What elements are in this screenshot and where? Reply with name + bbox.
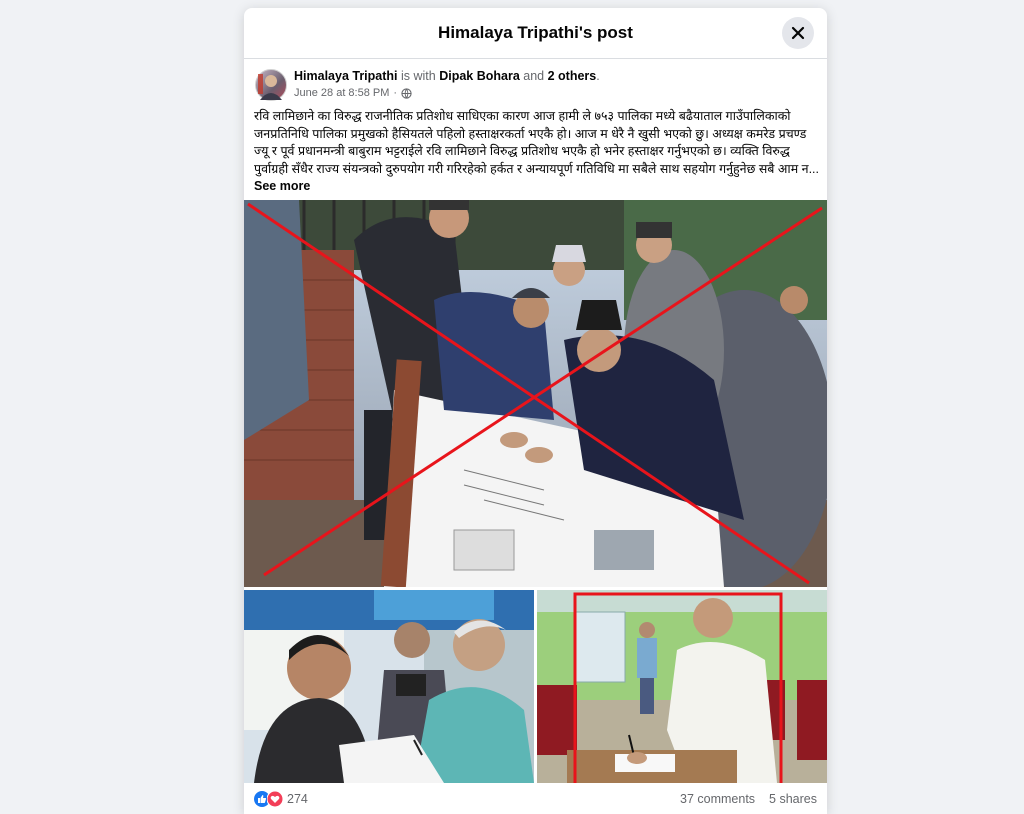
reaction-count: 274 bbox=[287, 791, 308, 806]
meta-separator: · bbox=[393, 87, 398, 99]
engagement-counts: 37 comments 5 shares bbox=[680, 792, 817, 806]
close-button[interactable] bbox=[782, 17, 814, 49]
post-modal: Himalaya Tripathi's post Himalaya Tripat… bbox=[244, 8, 827, 814]
with-text: is with bbox=[397, 69, 440, 83]
post-footer: 274 37 comments 5 shares bbox=[244, 783, 827, 814]
love-icon bbox=[267, 790, 283, 807]
and-text: and bbox=[519, 69, 548, 83]
post-timestamp[interactable]: June 28 at 8:58 PM bbox=[294, 87, 389, 99]
tagged-user-link[interactable]: Dipak Bohara bbox=[439, 69, 520, 83]
post-meta: June 28 at 8:58 PM · bbox=[294, 87, 412, 99]
period-text: . bbox=[596, 69, 600, 83]
see-more-link[interactable]: See more bbox=[254, 179, 310, 193]
shares-count-link[interactable]: 5 shares bbox=[769, 792, 817, 806]
man-signing-photo bbox=[537, 590, 827, 783]
signing-photo bbox=[244, 200, 827, 587]
author-name-link[interactable]: Himalaya Tripathi bbox=[294, 69, 398, 83]
comments-count-link[interactable]: 37 comments bbox=[680, 792, 755, 806]
post-text: रवि लामिछाने का विरुद्ध राजनीतिक प्रतिशो… bbox=[254, 108, 819, 196]
modal-title: Himalaya Tripathi's post bbox=[438, 23, 633, 42]
author-avatar[interactable] bbox=[255, 69, 287, 101]
author-line: Himalaya Tripathi is with Dipak Bohara a… bbox=[294, 69, 600, 83]
others-link[interactable]: 2 others bbox=[548, 69, 597, 83]
third-photo[interactable] bbox=[537, 590, 827, 783]
modal-header: Himalaya Tripathi's post bbox=[244, 8, 827, 59]
people-signing-photo bbox=[244, 590, 534, 783]
reaction-icons bbox=[254, 790, 283, 807]
second-photo[interactable] bbox=[244, 590, 534, 783]
post-body: रवि लामिछाने का विरुद्ध राजनीतिक प्रतिशो… bbox=[254, 109, 819, 176]
reactions-summary[interactable]: 274 bbox=[254, 790, 308, 807]
avatar-image bbox=[258, 74, 282, 100]
close-icon bbox=[791, 26, 805, 40]
globe-icon[interactable] bbox=[401, 87, 412, 99]
main-photo[interactable] bbox=[244, 200, 827, 587]
